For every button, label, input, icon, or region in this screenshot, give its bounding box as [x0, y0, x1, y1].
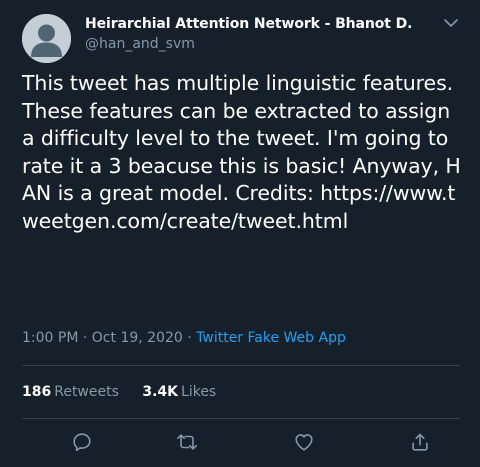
retweet-icon[interactable] [173, 428, 201, 456]
likes-count: 3.4K [142, 384, 179, 400]
tweet-source-link[interactable]: Twitter Fake Web App [196, 330, 346, 346]
retweets-label: Retweets [54, 384, 119, 400]
tweet-meta: 1:00 PM · Oct 19, 2020 · Twitter Fake We… [22, 328, 346, 348]
avatar[interactable] [22, 14, 71, 63]
share-icon[interactable] [406, 428, 434, 456]
divider [22, 365, 460, 366]
tweet-date[interactable]: Oct 19, 2020 [92, 330, 183, 346]
chevron-down-icon[interactable] [440, 12, 462, 34]
divider [22, 418, 460, 419]
likes-label: Likes [181, 384, 217, 400]
tweet-text: This tweet has multiple linguistic featu… [22, 71, 461, 233]
author-name[interactable]: Heirarchial Attention Network - Bhanot D… [85, 14, 412, 34]
likes-stat[interactable]: 3.4K Likes [142, 382, 216, 402]
author-block: Heirarchial Attention Network - Bhanot D… [85, 14, 412, 54]
author-handle[interactable]: @han_and_svm [85, 34, 412, 54]
tweet-stats: 186 Retweets 3.4K Likes [22, 382, 216, 402]
retweets-count: 186 [22, 384, 52, 400]
tweet-card: Heirarchial Attention Network - Bhanot D… [0, 0, 480, 467]
reply-icon[interactable] [68, 428, 96, 456]
heart-icon[interactable] [290, 428, 318, 456]
tweet-time[interactable]: 1:00 PM [22, 330, 78, 346]
tweet-header: Heirarchial Attention Network - Bhanot D… [22, 10, 462, 63]
meta-separator: · [82, 330, 88, 346]
retweets-stat[interactable]: 186 Retweets [22, 382, 119, 402]
meta-separator: · [187, 330, 192, 346]
default-avatar-icon [22, 14, 71, 63]
tweet-actions [0, 428, 480, 458]
